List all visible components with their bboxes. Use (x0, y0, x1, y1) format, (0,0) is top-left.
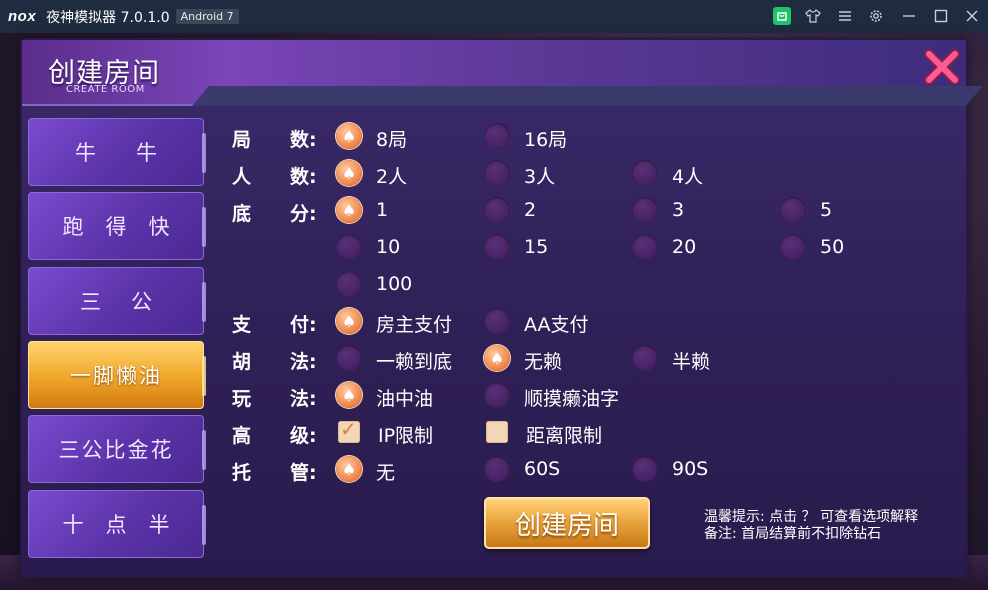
shirt-icon[interactable] (804, 7, 822, 25)
hu-wulai-label[interactable]: 无赖 (524, 347, 562, 374)
spade-icon: ♠ (341, 385, 357, 405)
tab-label: 牛牛 (75, 141, 197, 165)
hosting-60s-label[interactable]: 60S (524, 458, 560, 480)
store-icon[interactable] (773, 7, 791, 25)
room-options: 局数: ♠ 8局 16局 人数: ♠ 2人 3人 4人 底分: ♠ 1 2 3 … (212, 118, 962, 518)
tab-shidianban[interactable]: 十点半 (28, 490, 206, 558)
spade-icon: ♠ (489, 348, 505, 368)
nox-logo: nox (8, 8, 37, 25)
dialog-subtitle: CREATE ROOM (66, 84, 145, 95)
base-100-label[interactable]: 100 (376, 273, 412, 295)
base-1-radio[interactable]: ♠ (336, 197, 362, 223)
hu-banlai-label[interactable]: 半赖 (672, 347, 710, 374)
tab-sangong[interactable]: 三公 (28, 267, 206, 335)
base-50-radio[interactable] (780, 234, 806, 260)
players-2-radio[interactable]: ♠ (336, 160, 362, 186)
menu-icon[interactable] (836, 7, 854, 25)
players-4-radio[interactable] (632, 160, 658, 186)
spade-icon: ♠ (341, 200, 357, 220)
base-5-radio[interactable] (780, 197, 806, 223)
play-youzhongyou-radio[interactable]: ♠ (336, 382, 362, 408)
hu-yilaidaodi-label[interactable]: 一赖到底 (376, 347, 452, 374)
players-3-radio[interactable] (484, 160, 510, 186)
hu-banlai-radio[interactable] (632, 345, 658, 371)
hosting-90s-label[interactable]: 90S (672, 458, 708, 480)
tab-paodekuai[interactable]: 跑得快 (28, 192, 206, 260)
tab-label: 三公比金花 (58, 438, 174, 462)
rounds-16-label[interactable]: 16局 (524, 125, 567, 152)
distance-limit-checkbox[interactable] (486, 421, 508, 443)
tab-label: 三公 (80, 290, 182, 314)
players-3-label[interactable]: 3人 (524, 162, 555, 189)
spade-icon: ♠ (341, 311, 357, 331)
rounds-8-label[interactable]: 8局 (376, 125, 407, 152)
dialog-header: 创建房间 CREATE ROOM (22, 40, 983, 106)
create-room-dialog: 创建房间 CREATE ROOM 牛牛 跑得快 三公 一脚懒油 三公比金花 十点… (22, 40, 983, 576)
header-decoration (192, 86, 983, 106)
base-5-label[interactable]: 5 (820, 199, 832, 221)
base-100-radio[interactable] (336, 271, 362, 297)
hosting-none-label[interactable]: 无 (376, 458, 395, 485)
tab-yijiaolanyou[interactable]: 一脚懒油 (28, 341, 206, 409)
base-10-label[interactable]: 10 (376, 236, 400, 258)
tab-label: 一脚懒油 (70, 364, 162, 388)
rounds-8-radio[interactable]: ♠ (336, 123, 362, 149)
payment-aa-radio[interactable] (484, 308, 510, 334)
tab-label: 十点半 (62, 513, 192, 537)
maximize-icon[interactable] (932, 7, 950, 25)
payment-owner-radio[interactable]: ♠ (336, 308, 362, 334)
distance-limit-label[interactable]: 距离限制 (526, 421, 602, 448)
base-3-label[interactable]: 3 (672, 199, 684, 221)
close-x-icon (924, 49, 960, 85)
play-shunmo-label[interactable]: 顺摸癞油字 (524, 384, 619, 411)
hu-yilaidaodi-radio[interactable] (336, 345, 362, 371)
close-dialog-button[interactable] (922, 48, 962, 86)
base-20-radio[interactable] (632, 234, 658, 260)
spade-icon: ♠ (341, 459, 357, 479)
players-4-label[interactable]: 4人 (672, 162, 703, 189)
rounds-16-radio[interactable] (484, 123, 510, 149)
ip-limit-checkbox[interactable]: ✓ (338, 417, 360, 443)
check-icon: ✓ (340, 417, 357, 441)
hosting-90s-radio[interactable] (632, 456, 658, 482)
ip-limit-label[interactable]: IP限制 (378, 421, 433, 448)
base-20-label[interactable]: 20 (672, 236, 696, 258)
create-room-button[interactable]: 创建房间 (484, 497, 650, 549)
spade-icon: ♠ (341, 126, 357, 146)
tab-sangongbijinhua[interactable]: 三公比金花 (28, 415, 206, 483)
play-shunmo-radio[interactable] (484, 382, 510, 408)
base-10-radio[interactable] (336, 234, 362, 260)
base-2-label[interactable]: 2 (524, 199, 536, 221)
note-text: 备注: 首局结算前不扣除钻石 (704, 526, 882, 542)
tab-label: 跑得快 (62, 215, 192, 239)
payment-owner-label[interactable]: 房主支付 (376, 310, 452, 337)
base-15-label[interactable]: 15 (524, 236, 548, 258)
hosting-60s-radio[interactable] (484, 456, 510, 482)
players-2-label[interactable]: 2人 (376, 162, 407, 189)
base-2-radio[interactable] (484, 197, 510, 223)
minimize-icon[interactable] (900, 7, 918, 25)
tab-niuniu[interactable]: 牛牛 (28, 118, 206, 186)
window-title: 夜神模拟器 7.0.1.0 (46, 9, 170, 26)
close-icon[interactable] (963, 7, 981, 25)
base-3-radio[interactable] (632, 197, 658, 223)
emulator-titlebar: nox 夜神模拟器 7.0.1.0 Android 7 (0, 0, 988, 33)
base-1-label[interactable]: 1 (376, 199, 388, 221)
spade-icon: ♠ (341, 163, 357, 183)
payment-aa-label[interactable]: AA支付 (524, 310, 589, 337)
android-version-badge: Android 7 (175, 9, 239, 24)
hu-wulai-radio[interactable]: ♠ (484, 345, 510, 371)
hosting-none-radio[interactable]: ♠ (336, 456, 362, 482)
gear-icon[interactable] (867, 7, 885, 25)
base-50-label[interactable]: 50 (820, 236, 844, 258)
play-youzhongyou-label[interactable]: 油中油 (376, 384, 433, 411)
base-15-radio[interactable] (484, 234, 510, 260)
